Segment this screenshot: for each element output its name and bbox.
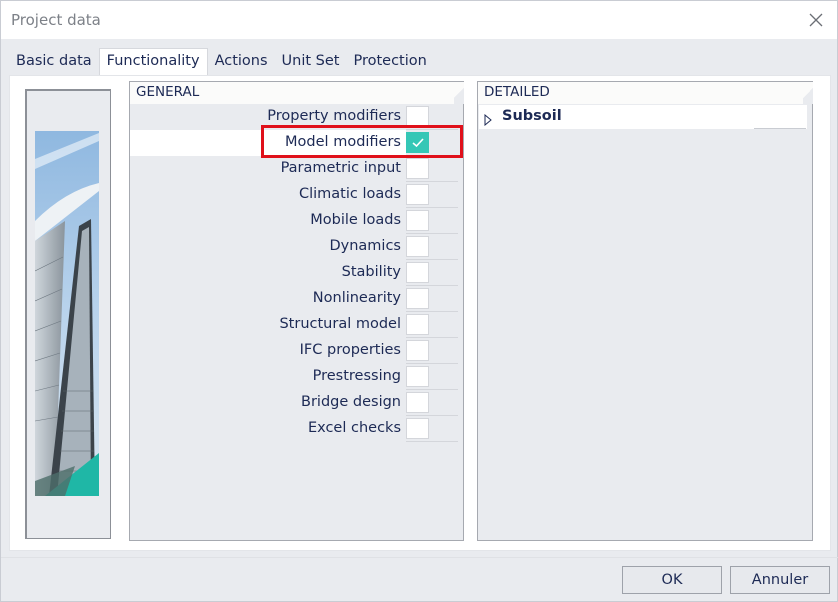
row-structural-model: Structural model — [130, 312, 460, 338]
building-image — [35, 131, 99, 496]
row-parametric-input: Parametric input — [130, 156, 460, 182]
checkbox-climatic-loads[interactable] — [406, 184, 429, 205]
triangle-right-icon[interactable] — [483, 111, 493, 127]
checkbox-mobile-loads[interactable] — [406, 210, 429, 231]
tab-bar: Basic data Functionality Actions Unit Se… — [9, 48, 434, 76]
row-divider — [406, 441, 458, 442]
label-structural-model: Structural model — [279, 316, 401, 332]
row-ifc-properties: IFC properties — [130, 338, 460, 364]
checkbox-model-modifiers[interactable] — [406, 132, 429, 153]
tab-unit-set[interactable]: Unit Set — [275, 49, 347, 75]
checkmark-icon — [412, 138, 424, 148]
label-ifc-properties: IFC properties — [299, 342, 401, 358]
row-dynamics: Dynamics — [130, 234, 460, 260]
ok-button[interactable]: OK — [622, 566, 722, 594]
label-parametric-input: Parametric input — [280, 160, 401, 176]
general-header: GENERAL — [130, 82, 464, 104]
checkbox-dynamics[interactable] — [406, 236, 429, 257]
row-property-modifiers: Property modifiers — [130, 104, 460, 130]
header-bevel — [803, 82, 813, 104]
checkbox-property-modifiers[interactable] — [406, 106, 429, 127]
checkbox-excel-checks[interactable] — [406, 418, 429, 439]
project-data-dialog: Project data Basic data Functionality Ac… — [0, 0, 838, 602]
row-excel-checks: Excel checks — [130, 416, 460, 442]
checkbox-structural-model[interactable] — [406, 314, 429, 335]
label-dynamics: Dynamics — [329, 238, 401, 254]
checkbox-nonlinearity[interactable] — [406, 288, 429, 309]
general-panel: GENERAL Property modifiers Model modifie… — [129, 81, 464, 541]
tab-basic-data[interactable]: Basic data — [9, 49, 99, 75]
tree-label-subsoil: Subsoil — [502, 108, 562, 124]
label-prestressing: Prestressing — [312, 368, 401, 384]
header-bevel — [454, 82, 464, 104]
title-bar: Project data — [1, 1, 837, 39]
close-icon[interactable] — [805, 9, 827, 31]
detailed-header: DETAILED — [478, 82, 813, 104]
checkbox-bridge-design[interactable] — [406, 392, 429, 413]
row-stability: Stability — [130, 260, 460, 286]
label-climatic-loads: Climatic loads — [298, 186, 401, 202]
label-model-modifiers: Model modifiers — [285, 134, 401, 150]
row-model-modifiers: Model modifiers — [130, 130, 460, 156]
detailed-panel: DETAILED Subsoil — [477, 81, 813, 541]
row-climatic-loads: Climatic loads — [130, 182, 460, 208]
row-nonlinearity: Nonlinearity — [130, 286, 460, 312]
window-title: Project data — [11, 11, 101, 29]
checkbox-stability[interactable] — [406, 262, 429, 283]
tab-protection[interactable]: Protection — [346, 49, 433, 75]
row-mobile-loads: Mobile loads — [130, 208, 460, 234]
checkbox-prestressing[interactable] — [406, 366, 429, 387]
label-bridge-design: Bridge design — [301, 394, 401, 410]
footer-divider — [1, 557, 838, 558]
detailed-header-label: DETAILED — [484, 84, 550, 100]
tab-actions[interactable]: Actions — [208, 49, 275, 75]
label-stability: Stability — [341, 264, 401, 280]
tab-functionality[interactable]: Functionality — [98, 48, 208, 76]
checkbox-ifc-properties[interactable] — [406, 340, 429, 361]
label-mobile-loads: Mobile loads — [310, 212, 401, 228]
checkbox-parametric-input[interactable] — [406, 158, 429, 179]
general-header-label: GENERAL — [136, 84, 200, 100]
label-excel-checks: Excel checks — [307, 420, 401, 436]
row-prestressing: Prestressing — [130, 364, 460, 390]
row-bridge-design: Bridge design — [130, 390, 460, 416]
tree-value-cell — [754, 105, 806, 129]
functionality-list: Property modifiers Model modifiers Param… — [130, 104, 460, 442]
tree-row-subsoil[interactable]: Subsoil — [479, 105, 807, 129]
label-property-modifiers: Property modifiers — [267, 108, 401, 124]
label-nonlinearity: Nonlinearity — [312, 290, 401, 306]
cancel-button[interactable]: Annuler — [730, 566, 830, 594]
